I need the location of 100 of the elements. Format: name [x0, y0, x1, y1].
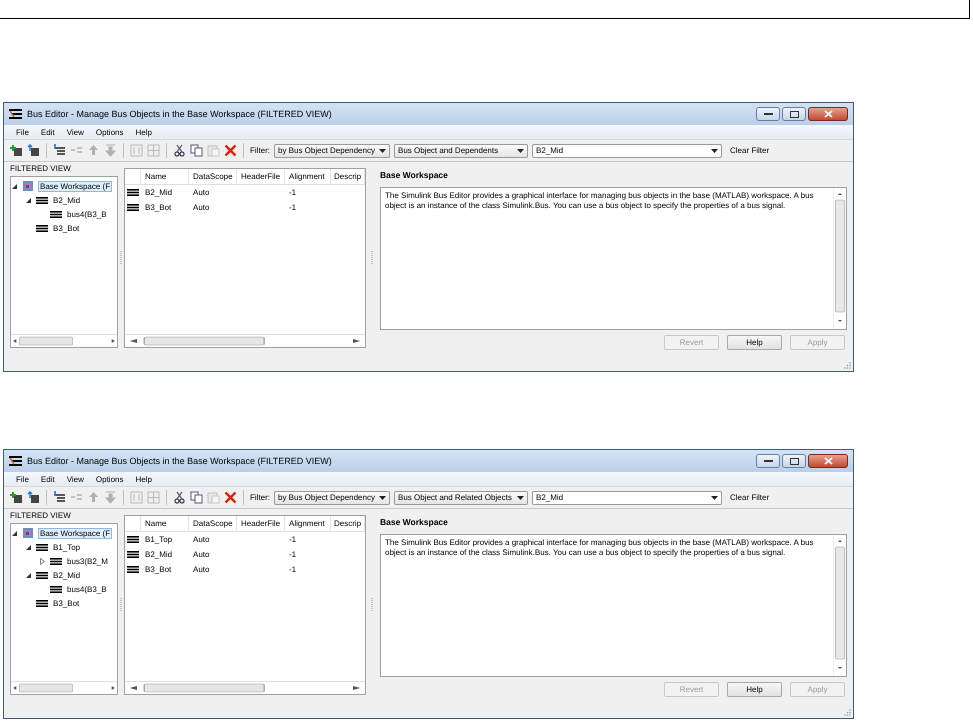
column-header[interactable]: HeaderFile	[237, 169, 285, 184]
filter-scope-dropdown[interactable]: Bus Object and Dependents	[394, 144, 528, 158]
clear-filter-button[interactable]: Clear Filter	[730, 493, 770, 502]
column-header[interactable]: Alignment	[285, 169, 331, 184]
tree-item[interactable]: bus4(B3_B	[66, 210, 108, 218]
menu-item[interactable]: View	[66, 474, 84, 484]
filter-type-dropdown[interactable]: by Bus Object Dependency	[274, 490, 390, 504]
dropdown-caret-icon[interactable]	[517, 496, 524, 500]
menu-item[interactable]: File	[16, 474, 29, 484]
dialog-button[interactable]: Help	[727, 682, 782, 697]
filter-label: Filter:	[250, 493, 270, 502]
splitter-handle[interactable]	[120, 598, 122, 612]
maximize-button[interactable]	[782, 454, 806, 468]
horizontal-scrollbar[interactable]	[11, 336, 117, 346]
bus-lines-icon	[50, 586, 62, 592]
bus-lines-icon	[36, 572, 48, 578]
minimize-button[interactable]	[756, 107, 780, 121]
dropdown-caret-icon[interactable]	[379, 148, 386, 152]
vertical-scrollbar[interactable]	[833, 188, 846, 329]
menu-item[interactable]: View	[66, 128, 84, 136]
menu-item[interactable]: Help	[135, 128, 152, 136]
column-header[interactable]: Descrip	[331, 169, 365, 184]
tree-item[interactable]: Base Workspace (F	[38, 528, 112, 538]
table-cell-text: Auto	[192, 549, 210, 561]
add-bus-icon[interactable]	[10, 144, 23, 157]
bus-lines-icon	[36, 196, 48, 204]
bus-lines-icon	[36, 224, 48, 232]
expanded-arrow-icon[interactable]	[25, 196, 32, 204]
add-element-icon[interactable]	[27, 491, 40, 504]
dialog-button[interactable]: Help	[727, 335, 782, 350]
filter-scope-dropdown[interactable]: Bus Object and Related Objects	[394, 490, 528, 504]
cut-icon[interactable]	[173, 491, 186, 504]
table-cell-text: B3_Bot	[144, 202, 172, 214]
tree-item[interactable]: B2_Mid	[52, 570, 82, 580]
tree-item[interactable]: B2_Mid	[52, 196, 82, 204]
column-header[interactable]: Descrip	[331, 516, 365, 531]
add-bus-icon[interactable]	[10, 491, 23, 504]
resize-grip-icon[interactable]	[844, 362, 851, 369]
copy-icon[interactable]	[190, 491, 203, 504]
window-title: Bus Editor - Manage Bus Objects in the Base Workspace (FILTERED VIEW)	[27, 109, 333, 119]
insert-element-icon[interactable]	[53, 144, 66, 157]
table-cell-text: B3_Bot	[144, 564, 172, 576]
dropdown-caret-icon[interactable]	[711, 496, 718, 500]
close-icon	[824, 457, 832, 465]
menu-item[interactable]: Help	[135, 474, 152, 484]
tree-item[interactable]: B3_Bot	[52, 598, 80, 608]
bus-lines-icon	[36, 600, 48, 606]
column-header[interactable]: DataScope	[189, 169, 237, 184]
column-header[interactable]: Name	[141, 516, 189, 531]
expanded-arrow-icon[interactable]	[11, 182, 18, 190]
tree-item[interactable]: B3_Bot	[52, 224, 80, 232]
close-button[interactable]	[808, 454, 848, 468]
dropdown-caret-icon[interactable]	[711, 148, 718, 152]
insert-element-icon[interactable]	[53, 491, 66, 504]
splitter-handle[interactable]	[371, 598, 373, 612]
resize-grip-icon[interactable]	[844, 709, 851, 716]
copy-icon[interactable]	[190, 144, 203, 157]
delete-icon[interactable]	[224, 491, 237, 504]
column-header[interactable]: HeaderFile	[237, 516, 285, 531]
tree-item[interactable]: Base Workspace (F	[38, 180, 112, 192]
splitter-handle[interactable]	[120, 250, 122, 264]
menu-item[interactable]: Options	[96, 128, 124, 136]
menu-item[interactable]: Edit	[40, 128, 55, 136]
filter-type-dropdown[interactable]: by Bus Object Dependency	[274, 144, 390, 158]
description-text: The Simulink Bus Editor provides a graphical interface for managing bus objects in the base (MATLAB) workspace. A bus object is an instance of the class Simulink.Bus. You can use a bus object to specify the properties of a bus signal.	[384, 537, 815, 559]
expanded-arrow-icon[interactable]	[25, 572, 32, 578]
minimize-icon	[764, 459, 772, 463]
table-cell-text: B2_Mid	[144, 549, 174, 561]
close-button[interactable]	[808, 107, 848, 121]
collapsed-arrow-icon[interactable]	[39, 558, 46, 564]
cut-icon[interactable]	[173, 144, 186, 157]
horizontal-scrollbar[interactable]	[11, 683, 117, 693]
delete-icon[interactable]	[224, 144, 237, 157]
splitter-handle[interactable]	[371, 250, 373, 264]
filter-value-field[interactable]: B2_Mid	[532, 490, 722, 504]
menu-item[interactable]: Options	[96, 474, 124, 484]
column-header[interactable]: Alignment	[285, 516, 331, 531]
menu-item[interactable]: File	[16, 128, 29, 136]
tree-item[interactable]: bus3(B2_M	[66, 556, 109, 566]
column-header[interactable]: Name	[141, 169, 189, 184]
add-element-icon[interactable]	[27, 144, 40, 157]
vertical-scrollbar[interactable]	[833, 535, 846, 676]
tree-item[interactable]: B1_Top	[52, 542, 82, 552]
maximize-icon	[790, 458, 798, 464]
table-cell-text: -1	[288, 202, 298, 214]
menu-item[interactable]: Edit	[40, 474, 55, 484]
column-header[interactable]: DataScope	[189, 516, 237, 531]
filter-value-field[interactable]: B2_Mid	[532, 144, 722, 158]
minimize-button[interactable]	[756, 454, 780, 468]
maximize-button[interactable]	[782, 107, 806, 121]
dropdown-caret-icon[interactable]	[517, 148, 524, 152]
description-text: The Simulink Bus Editor provides a graphical interface for managing bus objects in the base (MATLAB) workspace. A bus object is an instance of the class Simulink.Bus. You can use a bus object to specify the properties of a bus signal.	[384, 190, 815, 212]
expanded-arrow-icon[interactable]	[11, 530, 18, 536]
bus-lines-icon	[127, 189, 139, 196]
clear-filter-button[interactable]: Clear Filter	[730, 146, 770, 155]
tree-item[interactable]: bus4(B3_B	[66, 584, 108, 594]
maximize-icon	[790, 110, 798, 118]
expanded-arrow-icon[interactable]	[25, 544, 32, 550]
dropdown-caret-icon[interactable]	[379, 496, 386, 500]
close-icon	[824, 110, 832, 118]
